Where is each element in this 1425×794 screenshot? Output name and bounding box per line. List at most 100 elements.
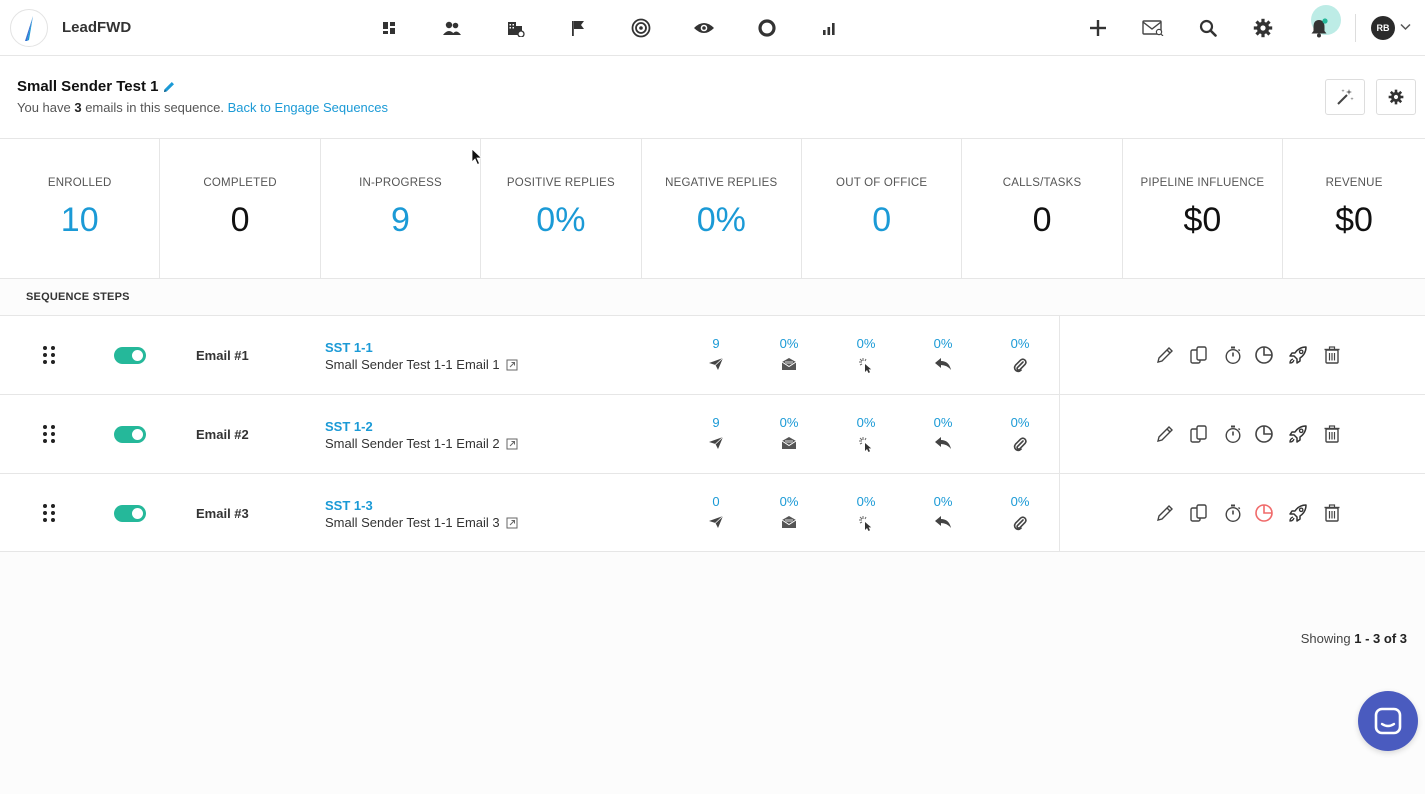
flag-icon[interactable] bbox=[567, 17, 589, 39]
people-icon[interactable] bbox=[441, 17, 463, 39]
stat-label: POSITIVE REPLIES bbox=[506, 177, 615, 189]
bar-chart-icon[interactable] bbox=[818, 17, 840, 39]
reply-icon bbox=[923, 357, 963, 371]
pie-chart-icon bbox=[1254, 503, 1274, 523]
mail-icon[interactable] bbox=[1142, 17, 1164, 39]
launch-step-button[interactable] bbox=[1287, 502, 1309, 524]
launch-step-button[interactable] bbox=[1287, 344, 1309, 366]
metric-bounced: 0% bbox=[1000, 336, 1040, 373]
metric-value: 0% bbox=[933, 494, 953, 509]
drag-handle-icon[interactable] bbox=[42, 424, 56, 444]
stat-calls-tasks: CALLS/TASKS 0 bbox=[962, 139, 1123, 279]
page-title: Small Sender Test 1 bbox=[17, 78, 176, 95]
row-divider bbox=[1059, 395, 1060, 473]
metric-value: 0% bbox=[933, 336, 953, 351]
stat-value[interactable]: 10 bbox=[0, 201, 159, 240]
stat-value[interactable]: 0% bbox=[642, 201, 801, 240]
metric-opened: 0% bbox=[769, 415, 809, 450]
timer-icon bbox=[1223, 345, 1243, 365]
stat-negative-replies: NEGATIVE REPLIES 0% bbox=[642, 139, 802, 279]
avatar[interactable]: RB bbox=[1371, 16, 1395, 40]
template-name-text: Small Sender Test 1-1 Email 1 bbox=[325, 357, 500, 372]
pencil-icon bbox=[1155, 503, 1175, 523]
delay-step-button[interactable] bbox=[1222, 502, 1244, 524]
metric-value: 9 bbox=[712, 415, 720, 430]
rocket-icon bbox=[1287, 502, 1309, 524]
external-link-icon[interactable] bbox=[506, 517, 518, 529]
circle-icon[interactable] bbox=[756, 17, 778, 39]
analytics-step-button[interactable] bbox=[1253, 344, 1275, 366]
delete-step-button[interactable] bbox=[1321, 502, 1343, 524]
dashboard-icon[interactable] bbox=[378, 17, 400, 39]
external-link-icon[interactable] bbox=[506, 359, 518, 371]
launch-step-button[interactable] bbox=[1287, 423, 1309, 445]
external-link-icon[interactable] bbox=[506, 438, 518, 450]
search-icon[interactable] bbox=[1197, 17, 1219, 39]
metric-value: 0% bbox=[856, 415, 876, 430]
showing-range: 1 - 3 of 3 bbox=[1354, 631, 1407, 646]
stat-value[interactable]: 0 bbox=[802, 201, 961, 240]
copy-step-button[interactable] bbox=[1188, 344, 1210, 366]
eye-icon[interactable] bbox=[693, 17, 715, 39]
chat-icon bbox=[1374, 707, 1402, 735]
plus-icon[interactable] bbox=[1087, 17, 1109, 39]
delete-step-button[interactable] bbox=[1321, 423, 1343, 445]
stat-label: COMPLETED bbox=[203, 177, 277, 189]
attachment-icon bbox=[1000, 515, 1040, 531]
step-enabled-toggle[interactable] bbox=[114, 426, 146, 443]
step-enabled-toggle[interactable] bbox=[114, 347, 146, 364]
bell-icon[interactable] bbox=[1308, 17, 1330, 39]
metric-opened: 0% bbox=[769, 494, 809, 529]
drag-handle-icon[interactable] bbox=[42, 345, 56, 365]
step-enabled-toggle[interactable] bbox=[114, 505, 146, 522]
copy-step-button[interactable] bbox=[1188, 423, 1210, 445]
edit-title-icon[interactable] bbox=[162, 80, 176, 94]
analytics-step-button[interactable] bbox=[1253, 502, 1275, 524]
metric-sent: 9 bbox=[696, 336, 736, 371]
magic-wand-button[interactable] bbox=[1325, 79, 1365, 115]
target-icon[interactable] bbox=[630, 17, 652, 39]
step-label: Email #1 bbox=[196, 348, 249, 363]
metric-sent: 9 bbox=[696, 415, 736, 450]
chevron-down-icon[interactable] bbox=[1400, 23, 1411, 31]
step-code-link[interactable]: SST 1-2 bbox=[325, 419, 373, 434]
stat-value[interactable]: 0% bbox=[481, 201, 640, 240]
metric-clicked: 0% bbox=[846, 494, 886, 531]
step-template-name: Small Sender Test 1-1 Email 2 bbox=[325, 436, 518, 451]
opened-icon bbox=[769, 357, 809, 371]
metric-replied: 0% bbox=[923, 415, 963, 450]
app-logo[interactable] bbox=[10, 9, 48, 47]
buildings-icon[interactable] bbox=[505, 17, 527, 39]
analytics-step-button[interactable] bbox=[1253, 423, 1275, 445]
gear-icon[interactable] bbox=[1252, 17, 1274, 39]
drag-handle-icon[interactable] bbox=[42, 503, 56, 523]
edit-step-button[interactable] bbox=[1154, 423, 1176, 445]
edit-step-button[interactable] bbox=[1154, 344, 1176, 366]
navbar-divider bbox=[1355, 14, 1356, 42]
back-to-sequences-link[interactable]: Back to Engage Sequences bbox=[228, 100, 388, 115]
top-navbar: LeadFWD RB bbox=[0, 0, 1425, 56]
step-code-link[interactable]: SST 1-3 bbox=[325, 498, 373, 513]
pie-chart-icon bbox=[1254, 424, 1274, 444]
email-count: 3 bbox=[74, 100, 82, 115]
section-title: SEQUENCE STEPS bbox=[26, 291, 130, 303]
stat-revenue: REVENUE $0 bbox=[1283, 139, 1425, 279]
metric-value: 0% bbox=[1010, 336, 1030, 351]
metric-replied: 0% bbox=[923, 336, 963, 371]
magic-wand-icon bbox=[1337, 89, 1354, 105]
trash-icon bbox=[1322, 424, 1342, 444]
step-code-link[interactable]: SST 1-1 bbox=[325, 340, 373, 355]
stat-value[interactable]: 9 bbox=[321, 201, 480, 240]
chat-launcher-button[interactable] bbox=[1358, 691, 1418, 751]
app-name: LeadFWD bbox=[62, 19, 132, 36]
metric-clicked: 0% bbox=[846, 336, 886, 373]
copy-step-button[interactable] bbox=[1188, 502, 1210, 524]
edit-step-button[interactable] bbox=[1154, 502, 1176, 524]
delete-step-button[interactable] bbox=[1321, 344, 1343, 366]
settings-button[interactable] bbox=[1376, 79, 1416, 115]
delay-step-button[interactable] bbox=[1222, 344, 1244, 366]
sent-icon bbox=[696, 436, 736, 450]
stat-label: IN-PROGRESS bbox=[359, 177, 442, 189]
delay-step-button[interactable] bbox=[1222, 423, 1244, 445]
attachment-icon bbox=[1000, 357, 1040, 373]
